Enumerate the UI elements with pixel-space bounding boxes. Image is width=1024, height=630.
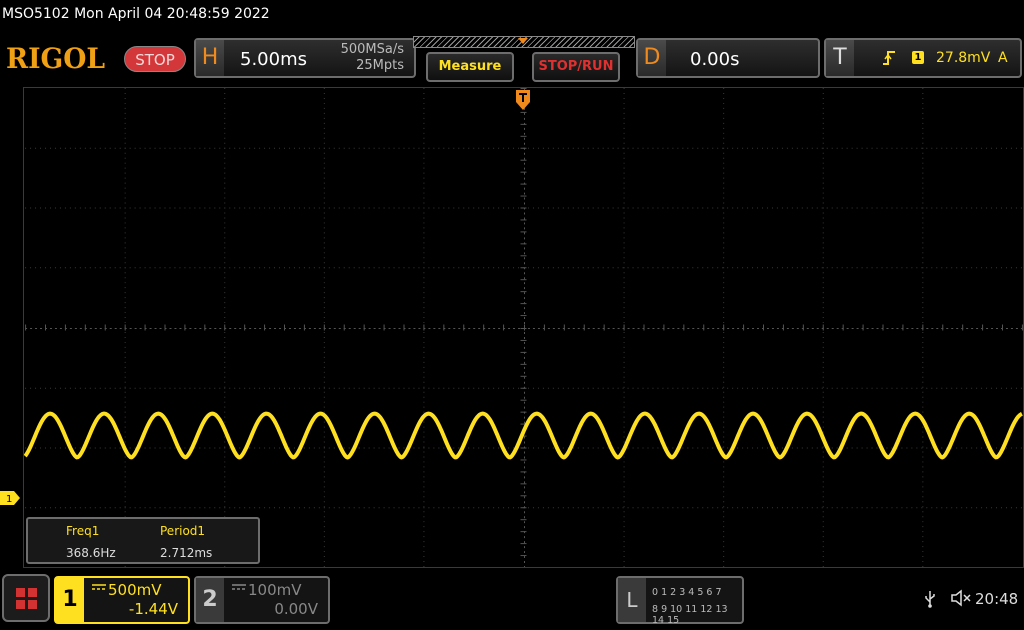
trigger-source: 1 xyxy=(912,51,924,64)
trigger-position-marker[interactable] xyxy=(516,90,530,110)
memory-depth: 25Mpts xyxy=(356,58,404,73)
channel-2-panel[interactable]: 2 100mV 0.00V xyxy=(194,576,330,624)
home-grid-icon xyxy=(16,588,25,597)
stop-run-button[interactable]: STOP/RUN xyxy=(532,52,620,82)
measurement-name: Freq1 xyxy=(66,524,100,538)
trigger-tag: T xyxy=(826,40,854,76)
channel-scale: 100mV xyxy=(248,581,302,599)
channel-scale: 500mV xyxy=(108,581,162,599)
memory-position-strip[interactable] xyxy=(413,36,635,48)
measurement-name: Period1 xyxy=(160,524,206,538)
top-toolbar: RIGOL STOP H 5.00ms 500MSa/s 25Mpts Meas… xyxy=(0,36,1024,82)
delay-tag: D xyxy=(638,40,666,76)
rising-edge-icon xyxy=(882,50,896,70)
channel-number: 1 xyxy=(56,578,84,622)
trigger-mode: A xyxy=(998,50,1008,66)
dc-coupling-icon xyxy=(92,582,106,595)
timebase-value: 5.00ms xyxy=(240,49,307,70)
device-title: MSO5102 Mon April 04 20:48:59 2022 xyxy=(2,6,270,22)
system-clock: 20:48 xyxy=(975,590,1019,608)
dc-coupling-icon xyxy=(232,582,246,595)
memory-position-marker xyxy=(518,38,528,44)
sample-rate: 500MSa/s xyxy=(340,42,404,57)
measurement-panel[interactable]: Freq1 368.6Hz Period1 2.712ms xyxy=(26,517,260,564)
ch1-marker-label: 1 xyxy=(6,494,12,505)
trigger-panel[interactable]: T 1 27.8mV A xyxy=(824,38,1022,78)
graticule xyxy=(25,88,1023,567)
channel-offset: 0.00V xyxy=(274,600,318,618)
channel-offset: -1.44V xyxy=(128,600,178,618)
horizontal-tag: H xyxy=(196,40,224,76)
home-menu-button[interactable] xyxy=(2,574,50,622)
logic-channels-row2: 8 9 10 11 12 13 14 15 xyxy=(652,604,728,626)
waveform-display[interactable] xyxy=(23,87,1024,568)
speaker-muted-icon[interactable] xyxy=(950,589,972,612)
measurement-value: 2.712ms xyxy=(160,546,213,560)
logic-channels-row1: 0 1 2 3 4 5 6 7 xyxy=(652,587,722,598)
ch1-offset-marker[interactable]: 1 xyxy=(0,491,20,505)
trigger-level: 27.8mV xyxy=(936,50,991,66)
ch1-trace xyxy=(24,411,1023,460)
rigol-logo: RIGOL xyxy=(6,42,106,75)
delay-panel[interactable]: D 0.00s xyxy=(636,38,820,78)
run-state-badge[interactable]: STOP xyxy=(124,46,186,72)
logic-tag: L xyxy=(618,578,646,622)
channel-1-panel[interactable]: 1 500mV -1.44V xyxy=(54,576,190,624)
horizontal-panel[interactable]: H 5.00ms 500MSa/s 25Mpts xyxy=(194,38,416,78)
channel-number: 2 xyxy=(196,578,224,622)
logic-analyzer-panel[interactable]: L 0 1 2 3 4 5 6 7 8 9 10 11 12 13 14 15 xyxy=(616,576,744,626)
delay-value: 0.00s xyxy=(690,49,740,70)
measure-button[interactable]: Measure xyxy=(426,52,514,82)
usb-icon[interactable] xyxy=(924,590,936,612)
bottom-toolbar: 1 500mV -1.44V 2 100mV 0.00V L 0 1 2 3 4… xyxy=(0,572,1024,630)
measurement-value: 368.6Hz xyxy=(66,546,116,560)
